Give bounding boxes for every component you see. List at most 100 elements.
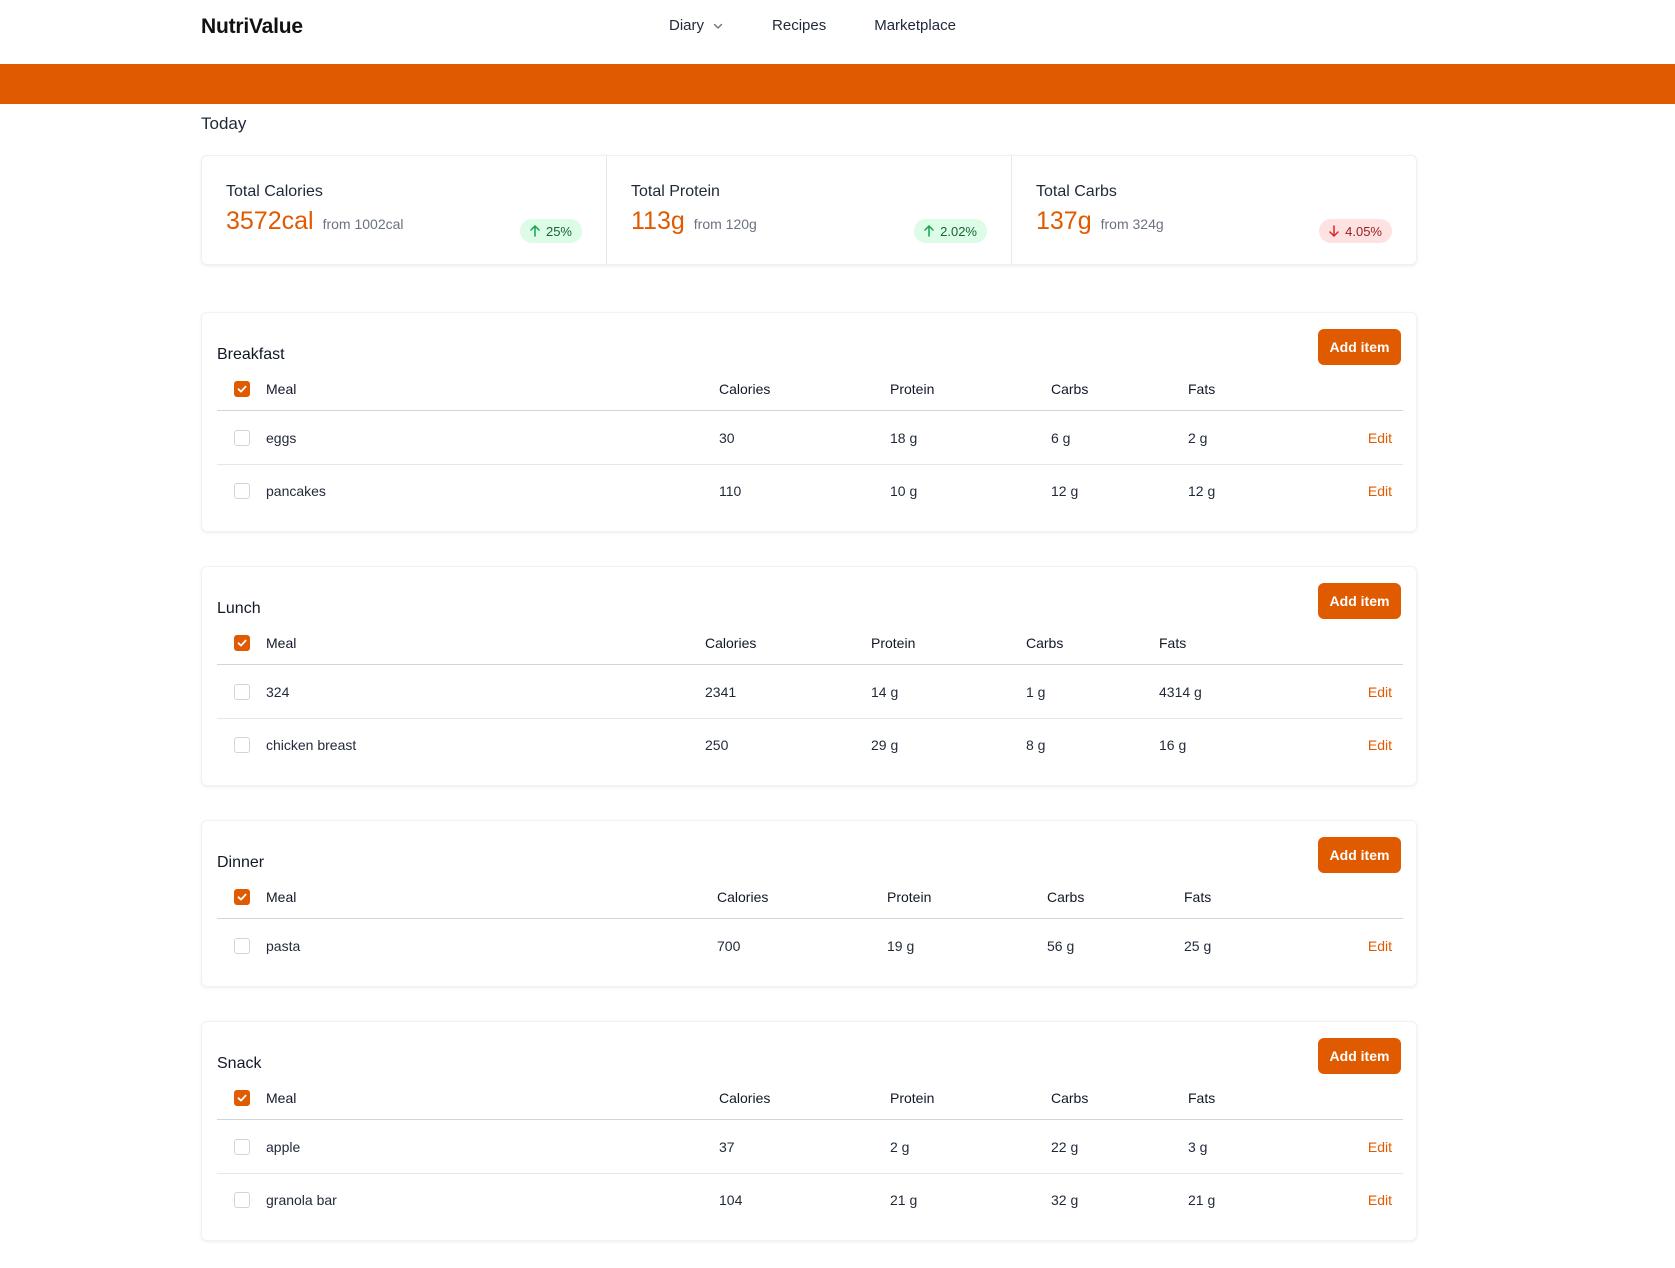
edit-link[interactable]: Edit — [1368, 1192, 1392, 1208]
select-all-checkbox[interactable] — [234, 1090, 250, 1106]
column-header-calories: Calories — [717, 889, 769, 905]
cell-fats: 12 g — [1188, 483, 1216, 499]
table-row: pasta 700 19 g 56 g 25 g Edit — [217, 919, 1403, 972]
nav-recipes[interactable]: Recipes — [772, 17, 826, 34]
cell-meal: granola bar — [266, 1192, 337, 1208]
arrow-up-icon — [530, 225, 540, 237]
cell-fats: 16 g — [1159, 737, 1187, 753]
cell-fats: 25 g — [1184, 937, 1212, 954]
select-all-checkbox[interactable] — [234, 635, 250, 651]
add-item-button[interactable]: Add item — [1318, 329, 1401, 365]
column-header-meal: Meal — [266, 1090, 297, 1106]
stats-summary: Total Calories 3572cal from 1002cal 25% … — [201, 155, 1417, 265]
column-header-meal: Meal — [266, 635, 297, 651]
table-header-row: Meal Calories Protein Carbs Fats — [217, 876, 1403, 919]
arrow-down-icon — [1329, 225, 1339, 237]
column-header-meal: Meal — [266, 381, 297, 397]
select-all-checkbox[interactable] — [234, 381, 250, 397]
column-header-carbs: Carbs — [1026, 635, 1064, 651]
cell-calories: 104 — [719, 1192, 743, 1208]
stat-value: 3572cal — [226, 207, 314, 235]
meal-title: Lunch — [217, 600, 261, 617]
cell-carbs: 8 g — [1026, 737, 1046, 753]
chevron-down-icon — [712, 20, 724, 32]
column-header-protein: Protein — [890, 1090, 935, 1106]
table-row: granola bar 104 21 g 32 g 21 g Edit — [217, 1173, 1403, 1226]
nav-diary-label: Diary — [669, 17, 705, 34]
meal-table: Meal Calories Protein Carbs Fats eggs 30 18 g 6 … — [217, 368, 1403, 517]
cell-calories: 110 — [719, 483, 742, 499]
meal-table: Meal Calories Protein Carbs Fats pasta 700 19 g… — [217, 876, 1403, 972]
row-checkbox[interactable] — [234, 737, 250, 753]
stat-from: from 324g — [1100, 216, 1164, 232]
arrow-up-icon — [924, 225, 934, 237]
add-item-button[interactable]: Add item — [1318, 1038, 1401, 1074]
cell-meal: apple — [266, 1138, 301, 1155]
cell-protein: 29 g — [871, 737, 899, 753]
column-header-protein: Protein — [871, 635, 916, 651]
add-item-button[interactable]: Add item — [1318, 583, 1401, 619]
row-checkbox[interactable] — [234, 483, 250, 499]
cell-protein: 19 g — [887, 937, 915, 954]
cell-carbs: 32 g — [1051, 1192, 1079, 1208]
meal-card-snack: Snack Add item Meal Calories Protein Carbs Fat… — [201, 1021, 1417, 1241]
meal-card-dinner: Dinner Add item Meal Calories Protein Carbs Fa… — [201, 820, 1417, 987]
edit-link[interactable]: Edit — [1368, 430, 1392, 446]
stat-value: 113g — [631, 207, 685, 235]
stat-label: Total Calories — [226, 183, 323, 200]
column-header-meal: Meal — [266, 889, 297, 905]
cell-calories: 250 — [705, 737, 729, 753]
column-header-calories: Calories — [719, 381, 771, 397]
meal-card-lunch: Lunch Add item Meal Calories Protein Carbs Fat… — [201, 566, 1417, 786]
cell-carbs: 6 g — [1051, 429, 1071, 446]
change-value: 2.02% — [940, 223, 977, 239]
row-checkbox[interactable] — [234, 683, 250, 700]
table-header-row: Meal Calories Protein Carbs Fats — [217, 622, 1403, 665]
stat-card-calories: Total Calories 3572cal from 1002cal 25% — [202, 156, 606, 264]
edit-link[interactable]: Edit — [1368, 483, 1392, 499]
brand-logo[interactable]: NutriValue — [201, 15, 303, 39]
top-navbar: NutriValue Diary Recipes Marketplace — [0, 0, 1675, 64]
meal-table: Meal Calories Protein Carbs Fats 324 2341 14 g 1… — [217, 622, 1403, 771]
column-header-protein: Protein — [890, 381, 935, 397]
column-header-carbs: Carbs — [1047, 889, 1085, 905]
cell-carbs: 56 g — [1047, 937, 1075, 954]
stat-card-protein: Total Protein 113g from 120g 2.02% — [606, 156, 1011, 264]
column-header-carbs: Carbs — [1051, 1090, 1089, 1106]
column-header-carbs: Carbs — [1051, 381, 1089, 397]
select-all-checkbox[interactable] — [234, 889, 250, 905]
table-row: pancakes 110 10 g 12 g 12 g Edit — [217, 464, 1403, 517]
check-icon — [237, 639, 247, 647]
row-checkbox[interactable] — [234, 1192, 250, 1208]
cell-calories: 37 — [719, 1138, 735, 1155]
edit-link[interactable]: Edit — [1368, 737, 1392, 753]
change-badge: 2.02% — [914, 219, 987, 243]
cell-calories: 30 — [719, 429, 735, 446]
column-header-calories: Calories — [705, 635, 757, 651]
stat-value: 137g — [1036, 207, 1092, 235]
nav-diary[interactable]: Diary — [669, 17, 724, 34]
nav-links: Diary Recipes Marketplace — [669, 17, 956, 34]
meal-table: Meal Calories Protein Carbs Fats apple 37 2 g 22… — [217, 1077, 1403, 1226]
meal-card-breakfast: Breakfast Add item Meal Calories Protein Carb… — [201, 312, 1417, 532]
row-checkbox[interactable] — [234, 937, 250, 954]
meal-title: Breakfast — [217, 346, 285, 363]
edit-link[interactable]: Edit — [1368, 1139, 1392, 1155]
cell-protein: 2 g — [890, 1138, 910, 1155]
table-header-row: Meal Calories Protein Carbs Fats — [217, 1077, 1403, 1120]
meal-title: Dinner — [217, 854, 265, 871]
stat-label: Total Protein — [631, 183, 720, 200]
stat-card-carbs: Total Carbs 137g from 324g 4.05% — [1011, 156, 1416, 264]
edit-link[interactable]: Edit — [1368, 684, 1392, 700]
cell-protein: 14 g — [871, 683, 899, 700]
check-icon — [237, 893, 247, 901]
row-checkbox[interactable] — [234, 1138, 250, 1155]
add-item-button[interactable]: Add item — [1318, 837, 1401, 873]
column-header-fats: Fats — [1159, 635, 1187, 651]
nav-marketplace[interactable]: Marketplace — [874, 17, 956, 34]
edit-link[interactable]: Edit — [1368, 938, 1392, 954]
change-badge: 25% — [519, 219, 582, 243]
row-checkbox[interactable] — [234, 429, 250, 446]
cell-fats: 21 g — [1188, 1192, 1216, 1208]
page-title: Today — [201, 114, 247, 133]
